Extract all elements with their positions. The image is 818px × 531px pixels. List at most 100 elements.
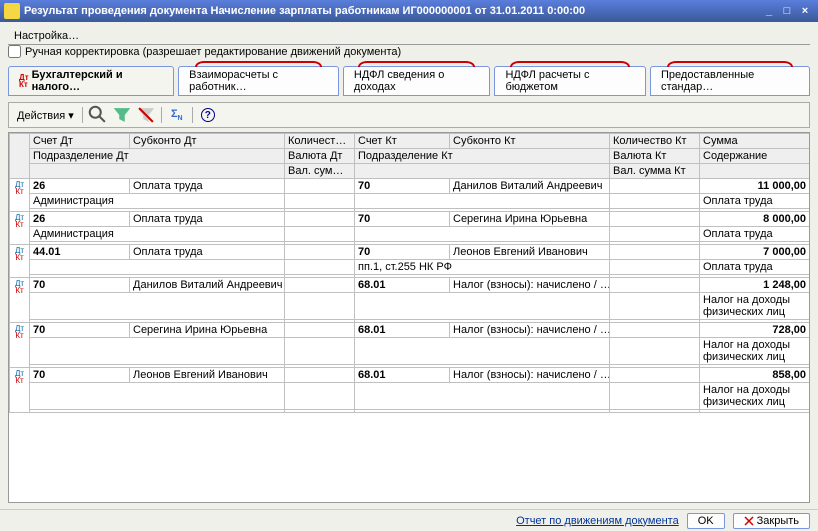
cell-acc-dt[interactable]: 70 [30,368,130,383]
cell-cur-dt[interactable] [285,293,355,320]
cell-sub-kt-2[interactable] [355,383,610,410]
cell-content[interactable]: Оплата труда [700,227,810,242]
cell-sub-kt[interactable]: Налог (взносы): начислено / … [450,278,610,293]
cell-sub-kt-2[interactable] [355,227,610,242]
cell-qty-dt[interactable] [285,368,355,383]
cell-sum[interactable]: 728,00 [700,323,810,338]
cell-dep-dt[interactable] [30,260,285,275]
cell-sub-dt[interactable]: Леонов Евгений Иванович [130,368,285,383]
col-qty-dt[interactable]: Количест… [285,134,355,149]
cell-blank[interactable] [700,410,810,413]
table-row[interactable]: пп.1, ст.255 НК РФ Оплата труда [10,260,810,275]
cell-acc-dt[interactable]: 70 [30,278,130,293]
minimize-button[interactable]: _ [760,3,778,19]
col-cur-kt[interactable]: Валюта Кт [610,149,700,164]
col-dep-kt[interactable]: Подразделение Кт [355,149,610,164]
close-window-button[interactable]: × [796,3,814,19]
col-cur-dt[interactable]: Валюта Дт [285,149,355,164]
cell-qty-dt[interactable] [285,212,355,227]
cell-sub-kt-2[interactable]: пп.1, ст.255 НК РФ [355,260,610,275]
cell-acc-kt[interactable]: 68.01 [355,323,450,338]
cell-qty-dt[interactable] [285,179,355,194]
table-row[interactable]: ДтКт70Данилов Виталий Андреевич68.01Нало… [10,278,810,293]
manual-correction-checkbox[interactable] [8,45,21,58]
tab-ndfl-budget[interactable]: НДФЛ расчеты с бюджетом [494,66,646,96]
cell-dep-dt[interactable] [30,338,285,365]
cell-qty-kt[interactable] [610,179,700,194]
cell-qty-kt[interactable] [610,323,700,338]
cell-content[interactable]: Налог на доходы физических лиц [700,383,810,410]
cell-qty-dt[interactable] [285,323,355,338]
col-vsum-kt[interactable]: Вал. сумма Кт [610,164,700,179]
col-sub-dt[interactable]: Субконто Дт [130,134,285,149]
table-row[interactable]: ДтКт26Оплата труда70Данилов Виталий Андр… [10,179,810,194]
col-dep-dt[interactable]: Подразделение Дт [30,149,285,164]
cell-sub-dt[interactable]: Серегина Ирина Юрьевна [130,323,285,338]
cell-qty-dt[interactable] [285,278,355,293]
col-acc-dt[interactable]: Счет Дт [30,134,130,149]
cell-content[interactable]: Налог на доходы физических лиц [700,293,810,320]
cell-sub-kt-2[interactable] [355,194,610,209]
ok-button[interactable]: OK [687,513,725,529]
cell-content[interactable]: Оплата труда [700,194,810,209]
cell-cur-kt[interactable] [610,338,700,365]
cell-sub-dt[interactable]: Оплата труда [130,245,285,260]
cell-content[interactable]: Налог на доходы физических лиц [700,338,810,365]
cell-sub-dt[interactable]: Данилов Виталий Андреевич [130,278,285,293]
table-row[interactable]: Администрация Оплата труда [10,194,810,209]
cell-sub-kt[interactable]: Леонов Евгений Иванович [450,245,610,260]
cell-blank[interactable] [30,410,285,413]
cell-blank[interactable] [355,410,610,413]
table-row[interactable]: ДтКт70Леонов Евгений Иванович68.01Налог … [10,368,810,383]
cell-qty-kt[interactable] [610,368,700,383]
cell-sum[interactable]: 11 000,00 [700,179,810,194]
cell-dep-dt[interactable]: Администрация [30,194,285,209]
tab-settlements[interactable]: Взаиморасчеты с работник… [178,66,339,96]
tab-standard-deductions[interactable]: Предоставленные стандар… [650,66,810,96]
cell-sub-kt[interactable]: Налог (взносы): начислено / … [450,323,610,338]
cell-qty-kt[interactable] [610,278,700,293]
cell-cur-dt[interactable] [285,227,355,242]
cell-cur-dt[interactable] [285,338,355,365]
cell-acc-kt[interactable]: 70 [355,245,450,260]
cell-acc-dt[interactable]: 44.01 [30,245,130,260]
settings-menu[interactable]: Настройка… [14,30,79,42]
cell-acc-dt[interactable]: 26 [30,212,130,227]
cell-qty-dt[interactable] [285,245,355,260]
cell-acc-kt[interactable]: 68.01 [355,368,450,383]
maximize-button[interactable]: □ [778,3,796,19]
cell-acc-kt[interactable]: 70 [355,212,450,227]
cell-cur-dt[interactable] [285,194,355,209]
cell-dep-dt[interactable] [30,383,285,410]
help-button[interactable]: ? [197,105,219,125]
cell-sub-kt[interactable]: Серегина Ирина Юрьевна [450,212,610,227]
clear-filter-button[interactable] [135,105,157,125]
cell-content[interactable]: Оплата труда [700,260,810,275]
col-content[interactable]: Содержание [700,149,810,164]
cell-sub-kt[interactable]: Данилов Виталий Андреевич [450,179,610,194]
cell-vsum-dt[interactable] [285,410,355,413]
table-row[interactable]: Администрация Оплата труда [10,227,810,242]
cell-sub-kt-2[interactable] [355,338,610,365]
cell-acc-dt[interactable]: 70 [30,323,130,338]
cell-sum[interactable]: 1 248,00 [700,278,810,293]
dialog-close-button[interactable]: Закрыть [733,513,810,529]
cell-cur-kt[interactable] [610,293,700,320]
tab-ndfl-income[interactable]: НДФЛ сведения о доходах [343,66,491,96]
cell-sum[interactable]: 8 000,00 [700,212,810,227]
table-row[interactable]: ДтКт70Серегина Ирина Юрьевна68.01Налог (… [10,323,810,338]
cell-qty-kt[interactable] [610,245,700,260]
cell-dep-dt[interactable] [30,293,285,320]
find-button[interactable] [87,105,109,125]
actions-dropdown[interactable]: Действия ▾ [13,109,78,122]
table-row[interactable]: Налог на доходы физических лиц [10,338,810,365]
cell-sub-dt[interactable]: Оплата труда [130,179,285,194]
cell-cur-kt[interactable] [610,260,700,275]
cell-cur-dt[interactable] [285,260,355,275]
tab-accounting[interactable]: ДтКт Бухгалтерский и налого… [8,66,174,96]
table-row[interactable]: Налог на доходы физических лиц [10,293,810,320]
col-sub-kt[interactable]: Субконто Кт [450,134,610,149]
col-sum[interactable]: Сумма [700,134,810,149]
cell-cur-kt[interactable] [610,383,700,410]
cell-dep-dt[interactable]: Администрация [30,227,285,242]
